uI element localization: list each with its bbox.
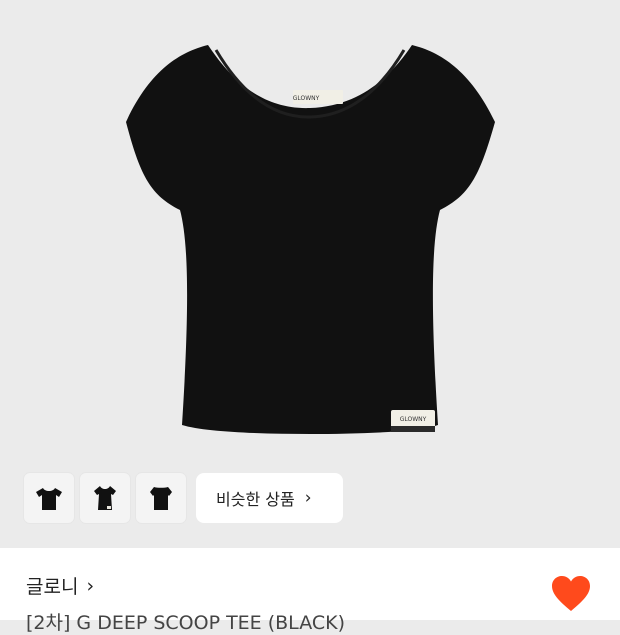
chevron-right-icon: › — [86, 574, 95, 597]
brand-name: 글로니 — [26, 576, 79, 598]
thumbnail-1[interactable] — [24, 473, 74, 523]
thumbnail-strip: 비슷한 상품 › — [24, 473, 343, 523]
product-image: GLOWNY GLOWNY — [126, 45, 495, 434]
thumbnail-2[interactable] — [80, 473, 130, 523]
similar-products-label: 비슷한 상품 — [216, 490, 295, 509]
product-info-panel: 글로니 › [2차] G DEEP SCOOP TEE (BLACK) — [0, 548, 620, 634]
heart-icon[interactable] — [551, 575, 591, 613]
brand-link[interactable]: 글로니 › — [26, 572, 94, 599]
similar-products-button[interactable]: 비슷한 상품 › — [196, 473, 343, 523]
thumbnail-3[interactable] — [136, 473, 186, 523]
chevron-right-icon: › — [304, 488, 312, 508]
tee-worn-icon — [94, 486, 116, 510]
product-title: [2차] G DEEP SCOOP TEE (BLACK) — [26, 612, 345, 634]
hem-tag-text: GLOWNY — [400, 416, 427, 423]
tee-front-icon — [36, 488, 62, 510]
product-image-area[interactable]: GLOWNY GLOWNY — [0, 0, 620, 548]
neck-label-text: GLOWNY — [293, 95, 320, 102]
tee-back-icon — [150, 487, 172, 510]
